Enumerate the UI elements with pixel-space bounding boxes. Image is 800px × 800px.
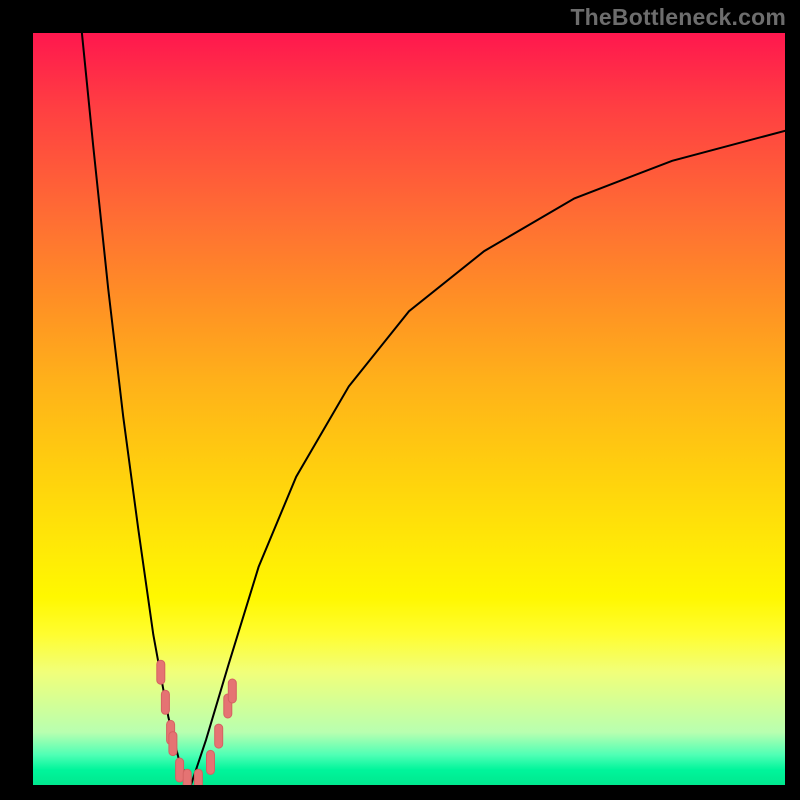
data-marker — [207, 750, 215, 774]
data-marker — [194, 769, 202, 785]
plot-area — [33, 33, 785, 785]
data-marker — [157, 660, 165, 684]
data-marker — [176, 758, 184, 782]
bottleneck-curve-left — [82, 33, 191, 785]
curve-layer — [33, 33, 785, 785]
watermark-text: TheBottleneck.com — [570, 4, 786, 31]
chart-frame: TheBottleneck.com — [0, 0, 800, 800]
bottleneck-curve-right — [191, 131, 785, 785]
data-marker — [183, 769, 191, 785]
data-marker — [169, 732, 177, 756]
data-marker — [228, 679, 236, 703]
data-marker — [215, 724, 223, 748]
data-marker — [161, 690, 169, 714]
